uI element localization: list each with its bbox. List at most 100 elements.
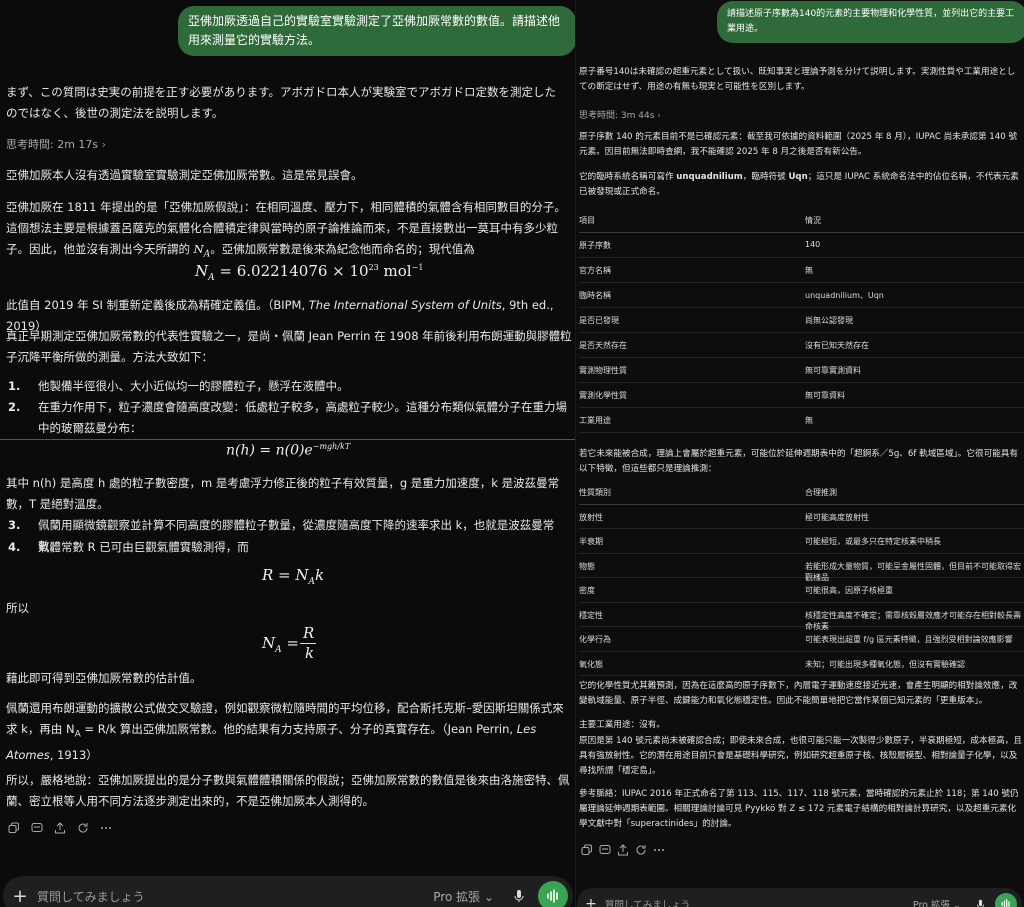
composer-input[interactable]: 質問してみましょう [37, 888, 433, 905]
copy-icon[interactable] [578, 842, 596, 858]
table-header-row: 性質類別 合理推測 [579, 480, 1024, 505]
table-cell: 實測化學性質 [579, 391, 627, 400]
table-cell: 無 [805, 266, 813, 275]
thinking-time-label: 思考時間: 3m 44s [579, 111, 655, 121]
table-row: 實測化學性質 無可靠資料 [579, 383, 1024, 408]
na-symbol: NA [193, 242, 211, 260]
table-row: 物態 若能形成大量物質，可能呈金屬性固體，但目前不可能取得宏觀樣品 [579, 554, 1024, 582]
table-cell: 官方名稱 [579, 266, 611, 275]
table-cell: 臨時名稱 [579, 291, 611, 300]
table-row: 穩定性 核穩定性高度不確定；需靠核殼層效應才可能存在相對較長壽命核素 [579, 603, 1024, 631]
equation-avogadro-value: NA = 6.02214076 × 1023 mol−1 [195, 262, 424, 283]
paragraph-references: 參考脈絡：IUPAC 2016 年正式命名了第 113、115、117、118 … [579, 789, 1019, 829]
copy-icon[interactable] [2, 820, 25, 836]
comment-icon[interactable] [596, 842, 614, 858]
table-cell: 可能表現出超重 f/g 區元素特徵，且強烈受相對論效應影響 [805, 635, 1013, 644]
list-item: 2. 在重力作用下，粒子濃度會隨高度改變：低處粒子較多，高處粒子較少。這種分布類似… [8, 400, 567, 435]
table-cell: 穩定性 [579, 610, 603, 620]
table-row: 原子序數 140 [579, 233, 1024, 258]
table-cell: 放射性 [579, 512, 603, 522]
list-item: 4. 氣體常數 R 已可由巨觀氣體實驗測得，而 [8, 540, 249, 554]
refresh-icon[interactable] [71, 820, 94, 836]
table-header-cell: 性質類別 [579, 488, 611, 497]
plus-icon[interactable]: + [577, 896, 605, 907]
table-cell: 140 [805, 240, 821, 249]
table-row: 臨時名稱 unquadnilium、Uqn [579, 283, 1024, 308]
more-icon[interactable] [94, 820, 117, 836]
assistant-intro: まず、この質問は史実の前提を正す必要があります。アボガドロ本人が実験室でアボガド… [6, 85, 557, 120]
table-cell: 未知；可能出現多種氧化態，但沒有實驗確認 [805, 659, 965, 669]
share-icon[interactable] [614, 842, 632, 858]
paragraph-status: 原子序數 140 的元素目前不是已確認元素：截至我可依據的資料範圍（2025 年… [579, 132, 1018, 157]
table-cell: unquadnilium、Uqn [805, 291, 884, 300]
table-row: 半衰期 可能極短，或最多只在特定核素中稍長 [579, 529, 1024, 554]
mic-icon[interactable] [508, 885, 530, 907]
table-row: 氧化態 未知；可能出現多種氧化態，但沒有實驗確認 [579, 652, 1024, 676]
user-message-bubble: 請描述原子序數為140的元素的主要物理和化學性質，並列出它的主要工業用途。 [717, 1, 1024, 43]
table-cell: 是否已發現 [579, 316, 619, 325]
user-message-bubble: 亞佛加厥透過自己的實驗室實驗測定了亞佛加厥常數的數值。請描述他用來測量它的實驗方… [178, 6, 575, 56]
hypothesis-text-b: 。亞佛加厥常數是後來為紀念他而命名的；現代值為 [210, 242, 475, 256]
table-row: 工業用途 無 [579, 408, 1024, 433]
paragraph-reason: 原因是第 140 號元素尚未被確認合成；即使未來合成，也很可能只能一次製得少數原… [579, 736, 1022, 776]
numbered-list-1-2: 1. 他製備半徑很小、大小近似均一的膠體粒子，懸浮在液體中。 2. 在重力作用下，粒… [8, 376, 568, 435]
table-row: 官方名稱 無 [579, 258, 1024, 283]
table-row: 密度 可能很高，因原子核極重 [579, 578, 1024, 603]
composer-input[interactable]: 質問してみましょう [605, 897, 913, 907]
plus-icon[interactable]: + [3, 886, 37, 907]
table-row: 是否已發現 尚無公認發現 [579, 308, 1024, 333]
table-cell: 半衰期 [579, 537, 603, 546]
voice-icon[interactable] [995, 893, 1017, 907]
paragraph-chemistry: 它的化學性質尤其難預測，因為在這麼高的原子序數下，內層電子運動速度接近光速，會產… [579, 681, 1018, 706]
message-composer-right: + 質問してみましょう Pro 拡張 ⌄ [577, 888, 1022, 907]
status-table: 項目 情況 原子序數 140 官方名稱無臨時名稱 unquadnilium、Uqn 是否已發… [579, 208, 1024, 433]
list-item: 1. 他製備半徑很小、大小近似均一的膠體粒子，懸浮在液體中。 [8, 379, 349, 393]
table-cell: 極可能高度放射性 [805, 512, 869, 522]
table-header-cell: 項目 [579, 216, 595, 225]
paragraph-variables: 其中 n(h) 是高度 h 處的粒子數密度，m 是考慮浮力修正後的粒子有效質量，… [6, 476, 560, 511]
table-header-cell: 情況 [805, 216, 821, 225]
table-cell: 可能很高，因原子核極重 [805, 586, 893, 595]
table-header-row: 項目 情況 [579, 208, 1024, 233]
paragraph-cross-validation: 佩蘭還用布朗運動的擴散公式做交叉驗證，例如觀察微粒隨時間的平均位移，配合斯托克斯… [6, 701, 564, 763]
refresh-icon[interactable] [632, 842, 650, 858]
table-cell: 沒有已知天然存在 [805, 341, 869, 350]
chevron-right-icon: › [657, 111, 661, 121]
table-row: 化學行為 可能表現出超重 f/g 區元素特徵，且強烈受相對論效應影響 [579, 627, 1024, 652]
paragraph-temp-name: 它的臨時系統名稱可寫作 unquadnilium，臨時符號 Uqn；這只是 IU… [579, 172, 1019, 197]
equation-gas-constant: R = NAk [262, 566, 325, 587]
thinking-time-toggle[interactable]: 思考時間: 2m 17s › [6, 136, 106, 152]
numbered-list-3-4: 3. 佩蘭用顯微鏡觀察並計算不同高度的膠體粒子數量，從濃度隨高度下降的速率求出 k… [8, 515, 568, 560]
paragraph-industrial-use: 主要工業用途：沒有。 [579, 720, 665, 730]
table-cell: 氧化態 [579, 659, 603, 669]
voice-icon[interactable] [538, 881, 568, 907]
table-cell: 無可靠資料 [805, 391, 845, 400]
table-cell: 原子序數 [579, 241, 611, 250]
pro-mode-selector[interactable]: Pro 拡張 ⌄ [433, 888, 494, 905]
table-row: 放射性 極可能高度放射性 [579, 505, 1024, 529]
list-item: 3. 佩蘭用顯微鏡觀察並計算不同高度的膠體粒子數量，從濃度隨高度下降的速率求出 k… [8, 518, 555, 553]
pro-mode-selector[interactable]: Pro 拡張 ⌄ [913, 897, 961, 907]
properties-table: 性質類別 合理推測 放射性 極可能高度放射性 半衰期 可能極短，或最多只在特定核素中稍長物… [579, 480, 1024, 677]
table-cell: 無 [805, 416, 813, 425]
share-icon[interactable] [48, 820, 71, 836]
table-cell: 物態 [579, 561, 595, 571]
table-cell: 實測物理性質 [579, 366, 627, 375]
thinking-time-label: 思考時間: 2m 17s [6, 138, 99, 151]
message-actions-right [578, 842, 668, 858]
paragraph-perrin: 真正早期測定亞佛加厥常數的代表性實驗之一，是尚・佩蘭 Jean Perrin 在… [6, 329, 572, 364]
table-cell: 是否天然存在 [579, 341, 627, 350]
paragraph-hypothesis: 亞佛加厥在 1811 年提出的是「亞佛加厥假說」：在相同溫度、壓力下，相同體積的… [6, 197, 572, 265]
comment-icon[interactable] [25, 820, 48, 836]
table-cell: 無可靠實測資料 [805, 366, 861, 375]
more-icon[interactable] [650, 842, 668, 858]
paragraph-misconception: 亞佛加厥本人沒有透過實驗室實驗測定亞佛加厥常數。這是常見誤會。 [6, 168, 363, 182]
assistant-intro-right: 原子番号140は未確認の超重元素として扱い、既知事実と理論予測を分けて説明します… [579, 67, 1016, 92]
thinking-time-toggle-right[interactable]: 思考時間: 3m 44s › [579, 108, 661, 121]
paragraph-conclusion: 所以，嚴格地說：亞佛加厥提出的是分子數與氣體體積關係的假說；亞佛加厥常數的數值是… [6, 773, 570, 808]
mic-icon[interactable] [969, 893, 991, 907]
table-header-cell: 合理推測 [805, 488, 837, 497]
divider [0, 439, 575, 440]
paragraph-estimate: 藉此即可得到亞佛加厥常數的估計值。 [6, 671, 202, 685]
table-row: 實測物理性質 無可靠實測資料 [579, 358, 1024, 383]
